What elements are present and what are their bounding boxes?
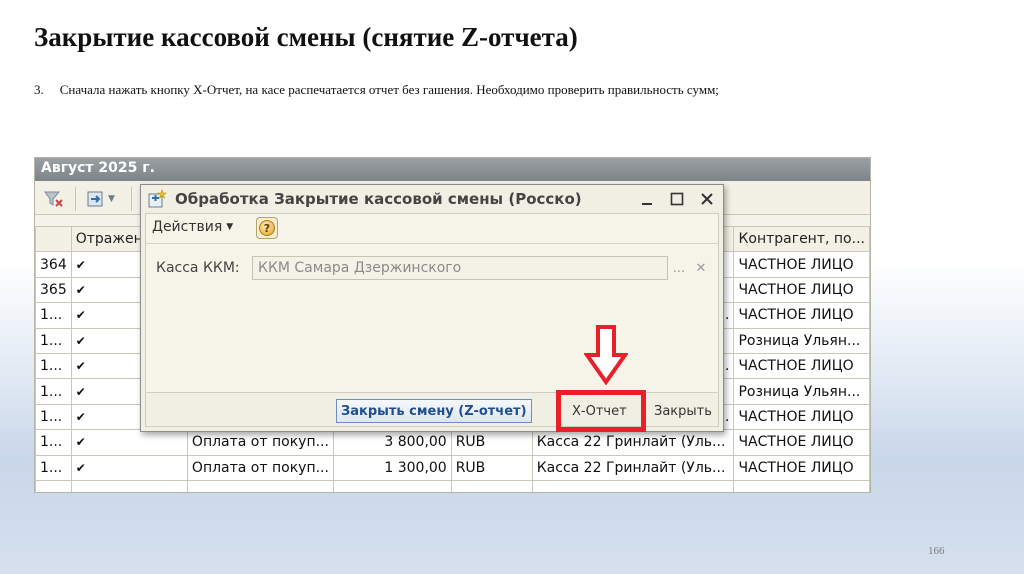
cell-num: 1...	[35, 403, 72, 431]
cell-currency: RUB	[450, 454, 533, 481]
actions-menu-label: Действия	[152, 219, 223, 235]
kassa-kkm-field[interactable]: ККМ Самара Дзержинского	[252, 256, 668, 280]
cell-currency	[450, 479, 533, 492]
highlight-x-report	[556, 390, 646, 432]
actions-menu[interactable]: Действия ▼	[152, 219, 233, 235]
cell-op	[186, 479, 334, 492]
cell-num	[35, 479, 72, 492]
arrow-down-icon	[584, 325, 628, 385]
column-header-kontragent[interactable]: Контрагент, по...	[733, 225, 870, 253]
close-icon[interactable]	[697, 189, 717, 209]
cell-kontragent: Розница Ульян...	[733, 378, 870, 405]
cell-num: 1...	[35, 302, 72, 329]
cell-kontragent: ЧАСТНОЕ ЛИЦО	[733, 429, 870, 456]
chevron-down-icon: ▼	[226, 222, 234, 232]
cell-kontragent: ЧАСТНОЕ ЛИЦО	[733, 302, 870, 329]
cell-kontragent: ЧАСТНОЕ ЛИЦО	[733, 251, 870, 278]
journal-header: Август 2025 г.	[35, 158, 870, 181]
cell-num: 1...	[35, 378, 72, 405]
dialog-title: Обработка Закрытие кассовой смены (Росск…	[175, 190, 582, 208]
table-row[interactable]	[35, 479, 870, 492]
cell-num: 1...	[35, 429, 72, 456]
cell-kontragent	[733, 479, 870, 492]
column-header[interactable]	[35, 225, 72, 253]
cell-num: 1...	[35, 327, 72, 354]
cell-currency: RUB	[450, 429, 533, 456]
table-row[interactable]: 1... ✔ Оплата от покуп... 1 300,00 RUB Касса …	[35, 454, 870, 481]
page-number: 166	[928, 545, 945, 557]
slide-title: Закрытие кассовой смены (снятие Z-отчета…	[34, 22, 578, 52]
cell-kontragent: Розница Ульян...	[733, 327, 870, 354]
slide-step: 3. Сначала нажать кнопку Х-Отчет, на кас…	[34, 82, 719, 98]
table-row[interactable]: 1... ✔ Оплата от покуп... 3 800,00 RUB Касса …	[35, 429, 870, 456]
check-icon	[70, 479, 188, 492]
cell-sum: 3 800,00	[332, 429, 452, 456]
help-icon: ?	[259, 220, 275, 236]
cell-kassa	[531, 479, 735, 492]
close-shift-z-report-button[interactable]: Закрыть смену (Z-отчет)	[336, 399, 532, 423]
cell-kontragent: ЧАСТНОЕ ЛИЦО	[733, 352, 870, 380]
clear-field-button[interactable]: ✕	[690, 256, 712, 280]
minimize-icon[interactable]	[637, 189, 657, 209]
check-icon: ✔	[70, 429, 188, 456]
print-menu-icon[interactable]: ▼	[85, 188, 115, 210]
chevron-down-icon: ▼	[108, 194, 115, 204]
cell-num: 1...	[35, 352, 72, 380]
step-text: Сначала нажать кнопку Х-Отчет, на касе р…	[59, 82, 719, 97]
cell-kontragent: ЧАСТНОЕ ЛИЦО	[733, 276, 870, 304]
cell-op: Оплата от покуп...	[186, 429, 334, 456]
cell-kassa: Касса 22 Гринлайт (Уль...	[531, 454, 735, 481]
cell-num: 364	[35, 251, 72, 278]
help-button[interactable]: ?	[256, 217, 278, 239]
dialog-menu-bar: Действия ▼ ?	[146, 214, 718, 244]
cell-kontragent: ЧАСТНОЕ ЛИЦО	[733, 403, 870, 431]
cell-op: Оплата от покуп...	[186, 454, 334, 481]
cell-num: 1...	[35, 454, 72, 481]
dialog-titlebar[interactable]: Обработка Закрытие кассовой смены (Росск…	[141, 185, 723, 213]
step-number: 3.	[34, 82, 44, 97]
processing-icon	[147, 189, 167, 209]
cell-num: 365	[35, 276, 72, 304]
maximize-icon[interactable]	[667, 189, 687, 209]
kassa-kkm-label: Касса ККМ:	[156, 260, 240, 276]
cell-kontragent: ЧАСТНОЕ ЛИЦО	[733, 454, 870, 481]
filter-clear-icon[interactable]	[43, 188, 65, 210]
close-button[interactable]: Закрыть	[650, 399, 716, 423]
select-dots-button[interactable]: ...	[668, 256, 690, 280]
cell-sum: 1 300,00	[332, 454, 452, 481]
check-icon: ✔	[70, 454, 188, 481]
cell-kassa: Касса 22 Гринлайт (Уль...	[531, 429, 735, 456]
cell-sum	[332, 479, 452, 492]
